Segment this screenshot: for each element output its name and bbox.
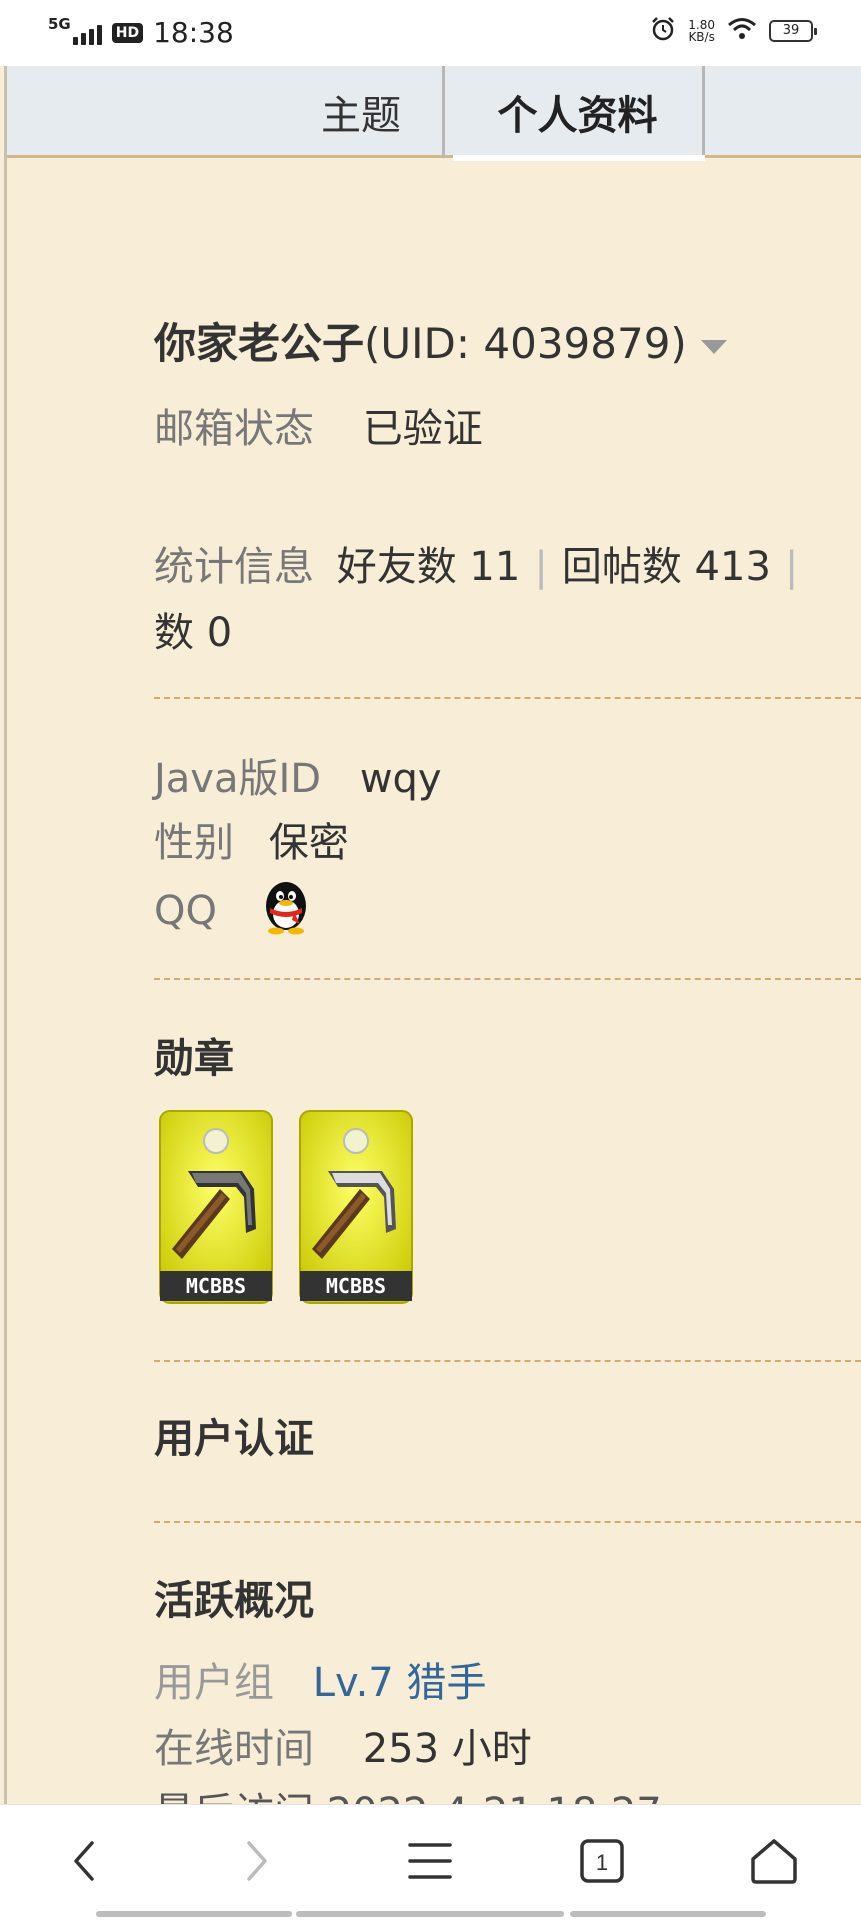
- separator: |: [534, 544, 548, 590]
- gender-value: 保密: [268, 820, 349, 866]
- online-time-row: 在线时间 253 小时: [154, 1716, 532, 1774]
- forward-icon[interactable]: [226, 1831, 286, 1891]
- user-group-label: 用户组: [154, 1660, 274, 1706]
- qq-icon[interactable]: [256, 876, 316, 936]
- java-id-label: Java版ID: [154, 756, 322, 802]
- tabs-icon[interactable]: 1: [572, 1831, 632, 1891]
- battery-icon: 39: [769, 20, 817, 42]
- left-border: [4, 66, 7, 1804]
- tab-profile[interactable]: 个人资料: [453, 66, 705, 158]
- medal-label: MCBBS: [186, 1274, 246, 1298]
- tab-topics[interactable]: 主题: [280, 66, 445, 158]
- java-id-value: wqy: [359, 756, 442, 802]
- profile-page: 主题 个人资料 你家老公子(UID: 4039879) 邮箱状态 已验证 统计信…: [0, 66, 861, 1804]
- online-time-value: 253 小时: [362, 1726, 532, 1772]
- home-icon[interactable]: [744, 1831, 804, 1891]
- gesture-bar-segment: [96, 1911, 292, 1917]
- divider: [154, 1360, 861, 1362]
- status-right: 1.80 KB/s 39: [650, 16, 817, 46]
- pickaxe-medal-icon[interactable]: MCBBS: [158, 1109, 274, 1305]
- status-left: 5G HD 18:38: [48, 16, 234, 49]
- email-status-label: 邮箱状态: [154, 406, 314, 452]
- menu-icon[interactable]: [400, 1831, 460, 1891]
- dropdown-caret-icon[interactable]: [700, 339, 727, 354]
- username: 你家老公子: [154, 319, 365, 368]
- user-group-link[interactable]: Lv.7 猎手: [313, 1660, 487, 1706]
- stats-row: 统计信息 好友数 11 | 回帖数 413 |: [154, 534, 812, 592]
- stats-label: 统计信息: [154, 544, 314, 590]
- signal-icon: [72, 21, 102, 45]
- replies-count[interactable]: 回帖数 413: [562, 544, 771, 590]
- pickaxe-medal-icon[interactable]: MCBBS: [298, 1109, 414, 1305]
- tab-profile-active-indicator: [453, 155, 705, 161]
- username-row: 你家老公子(UID: 4039879): [154, 310, 727, 371]
- email-status-value: 已验证: [362, 406, 483, 452]
- status-bar: 5G HD 18:38 1.80 KB/s 39: [0, 0, 861, 66]
- online-time-label: 在线时间: [154, 1726, 314, 1772]
- svg-text:1: 1: [596, 1850, 608, 1875]
- medal-label: MCBBS: [326, 1274, 386, 1298]
- network-speed: 1.80 KB/s: [688, 19, 715, 43]
- gesture-bar-segment: [296, 1911, 564, 1917]
- email-status-row: 邮箱状态 已验证: [154, 396, 483, 454]
- clock: 18:38: [153, 16, 234, 49]
- divider: [154, 978, 861, 980]
- user-group-row: 用户组 Lv.7 猎手: [154, 1650, 486, 1708]
- uid: (UID: 4039879): [364, 319, 687, 368]
- last-visit-row: 最后访问 2022-4-21 18:27: [154, 1780, 662, 1804]
- stats-row-wrap: 数 0: [154, 610, 233, 656]
- wifi-icon: [727, 17, 757, 45]
- gesture-bar-segment: [570, 1911, 766, 1917]
- network-type: 5G: [48, 15, 71, 33]
- separator: |: [784, 544, 799, 590]
- divider: [154, 697, 861, 699]
- qq-row: QQ: [154, 882, 354, 948]
- java-id-row: Java版ID wqy: [154, 746, 442, 804]
- divider: [154, 1521, 861, 1523]
- activity-heading: 活跃概况: [154, 1578, 314, 1624]
- alarm-icon: [650, 16, 676, 46]
- back-icon[interactable]: [55, 1831, 115, 1891]
- qq-label: QQ: [154, 888, 217, 934]
- user-verify-heading: 用户认证: [154, 1416, 314, 1462]
- hd-icon: HD: [111, 22, 144, 43]
- medals-heading: 勋章: [154, 1036, 234, 1082]
- gender-label: 性别: [154, 820, 234, 866]
- browser-toolbar: 1: [0, 1804, 861, 1920]
- friends-count[interactable]: 好友数 11: [337, 544, 521, 590]
- speed-unit: KB/s: [688, 30, 715, 44]
- gender-row: 性别 保密: [154, 810, 349, 868]
